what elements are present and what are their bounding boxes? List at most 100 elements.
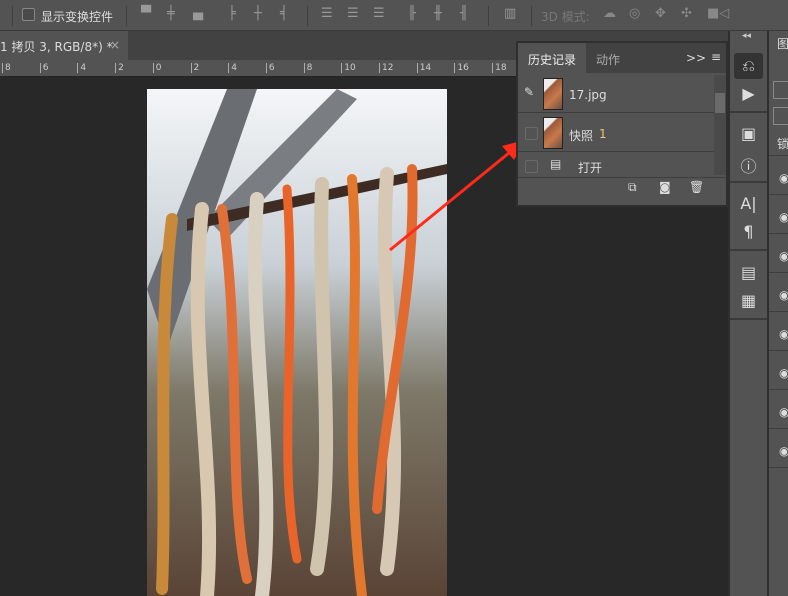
divider <box>488 6 489 26</box>
3d-camera-icon[interactable]: ■◁ <box>707 6 729 21</box>
ruler-tick-label: 10 <box>341 63 356 73</box>
align-vcenter-icon[interactable]: ╪ <box>167 6 175 21</box>
layer-row-divider <box>769 467 788 468</box>
ruler-tick-label: 4 <box>77 63 86 73</box>
layer-row-divider <box>769 311 788 312</box>
ruler-tick-label: 0 <box>152 63 162 73</box>
ruler-tick-label: 2 <box>190 63 199 73</box>
history-item-label: 快照 <box>569 129 594 143</box>
scrollbar-thumb[interactable] <box>715 93 725 113</box>
align-top-icon[interactable]: ▀ <box>141 6 151 21</box>
history-source-checkbox[interactable] <box>525 160 538 173</box>
paragraph-icon[interactable]: ¶ <box>730 222 767 241</box>
layer-row-divider <box>769 272 788 273</box>
layer-visibility-eye-icon[interactable]: ◉ <box>779 171 788 185</box>
align-hcenter-icon[interactable]: ┼ <box>254 6 262 21</box>
align-bottom-icon[interactable]: ▄ <box>193 6 203 21</box>
ruler-tick-label: 16 <box>454 63 469 73</box>
red-arrow-annotation <box>389 140 525 252</box>
layer-visibility-eye-icon[interactable]: ◉ <box>779 444 788 458</box>
layer-row-divider <box>769 233 788 234</box>
history-item-open[interactable]: ▤ 打开 <box>518 153 714 177</box>
expand-panel-icon[interactable]: >> <box>686 51 706 65</box>
layer-visibility-eye-icon[interactable]: ◉ <box>779 405 788 419</box>
history-item-label: 17.jpg <box>569 88 607 102</box>
close-tab-icon[interactable]: × <box>110 38 120 52</box>
ruler-tick-label: 14 <box>416 63 431 73</box>
history-item-source[interactable]: ✎ 17.jpg <box>518 75 714 113</box>
3d-pan-icon[interactable]: ✥ <box>655 6 666 21</box>
layer-visibility-eye-icon[interactable]: ◉ <box>779 210 788 224</box>
ruler-tick-label: 6 <box>39 63 48 73</box>
history-item-snapshot[interactable]: 快照 1 <box>518 114 714 152</box>
distribute-hcenter-icon[interactable]: ╫ <box>434 6 442 21</box>
notes-icon[interactable]: ▦ <box>730 291 767 310</box>
info-icon[interactable]: ⓘ <box>730 153 767 177</box>
layers-panel-partial: 图 锁 ◉ ◉ ◉ ◉ ◉ ◉ ◉ ◉ <box>769 31 788 596</box>
align-left-icon[interactable]: ╞ <box>228 6 236 21</box>
auto-align-icon[interactable]: ▥ <box>504 6 516 21</box>
tab-history[interactable]: 历史记录 <box>518 43 587 73</box>
show-transform-label: 显示变换控件 <box>41 10 114 24</box>
ruler-tick-label: 8 <box>2 63 11 73</box>
snapshot-number: 1 <box>599 127 607 141</box>
divider <box>12 6 13 26</box>
history-source-checkbox[interactable] <box>525 127 538 140</box>
divider <box>531 6 532 26</box>
snapshot-thumbnail <box>543 117 563 149</box>
collapse-dock-icon[interactable]: ◂◂ <box>742 31 751 41</box>
camera-snapshot-icon[interactable]: ◙ <box>659 180 671 194</box>
layer-visibility-eye-icon[interactable]: ◉ <box>779 366 788 380</box>
trash-icon[interactable]: 🗑 <box>689 180 704 194</box>
ruler-tick-label: 12 <box>379 63 393 73</box>
3d-panel-icon[interactable]: ▣ <box>730 124 767 143</box>
history-panel: 历史记录 动作 >> ≡ ✎ 17.jpg 快照 1 ▤ 打开 ⧉ ◙ 🗑 <box>516 41 728 207</box>
new-document-from-state-icon[interactable]: ⧉ <box>628 180 637 195</box>
align-right-icon[interactable]: ╡ <box>280 6 288 21</box>
ruler-tick-label: 8 <box>303 63 312 73</box>
panel-dock-strip: ◂◂ ⎌ ▶ ▣ ⓘ A| ¶ ▤ ▦ <box>728 31 769 596</box>
distribute-top-icon[interactable]: ☰ <box>321 6 333 21</box>
history-panel-icon[interactable]: ⎌ <box>730 56 767 76</box>
document-tab[interactable]: 1 拷贝 3, RGB/8*) * × <box>0 31 128 60</box>
layer-row-divider <box>769 389 788 390</box>
ruler-tick-label: 4 <box>228 63 237 73</box>
distribute-left-icon[interactable]: ╟ <box>408 6 416 21</box>
horizontal-ruler: 8 6 4 2 0 2 4 6 8 10 12 14 16 18 <box>0 60 516 77</box>
3d-slide-icon[interactable]: ✣ <box>681 6 692 21</box>
layer-row-divider <box>769 350 788 351</box>
3d-orbit-icon[interactable]: ☁ <box>603 6 616 21</box>
snapshot-thumbnail <box>543 78 563 110</box>
options-bar: 显示变换控件 ▀ ╪ ▄ ╞ ┼ ╡ ☰ ☰ ☰ ╟ ╫ ╢ ▥ 3D 模式: … <box>0 0 788 31</box>
3d-roll-icon[interactable]: ◎ <box>629 6 640 21</box>
actions-play-icon[interactable]: ▶ <box>730 84 767 103</box>
scrollbar[interactable] <box>714 75 726 175</box>
layer-visibility-eye-icon[interactable]: ◉ <box>779 327 788 341</box>
history-brush-icon[interactable]: ✎ <box>524 85 534 99</box>
distribute-right-icon[interactable]: ╢ <box>460 6 468 21</box>
divider <box>307 6 308 26</box>
layer-visibility-eye-icon[interactable]: ◉ <box>779 288 788 302</box>
ruler-tick-label: 18 <box>492 63 507 73</box>
properties-icon[interactable]: ▤ <box>730 263 767 282</box>
ruler-tick-label: 6 <box>265 63 275 73</box>
document-icon: ▤ <box>550 157 562 171</box>
layer-visibility-eye-icon[interactable]: ◉ <box>779 249 788 263</box>
lock-label: 锁 <box>777 137 788 151</box>
character-icon[interactable]: A| <box>730 194 767 213</box>
distribute-vcenter-icon[interactable]: ☰ <box>347 6 359 21</box>
history-item-label: 打开 <box>578 161 603 175</box>
3d-mode-label: 3D 模式: <box>541 10 590 24</box>
layers-tab[interactable]: 图 <box>777 35 788 52</box>
divider <box>126 6 127 26</box>
layer-filter-search[interactable] <box>773 81 788 99</box>
document-title: 1 拷贝 3, RGB/8*) * <box>0 40 113 54</box>
distribute-bottom-icon[interactable]: ☰ <box>373 6 385 21</box>
panel-menu-icon[interactable]: ≡ <box>711 50 721 64</box>
blend-mode-select[interactable] <box>773 107 788 125</box>
layer-row-divider <box>769 428 788 429</box>
layer-row-divider <box>769 194 788 195</box>
tab-actions[interactable]: 动作 <box>586 43 630 73</box>
show-transform-checkbox[interactable] <box>22 8 35 21</box>
ruler-tick-label: 2 <box>115 63 124 73</box>
